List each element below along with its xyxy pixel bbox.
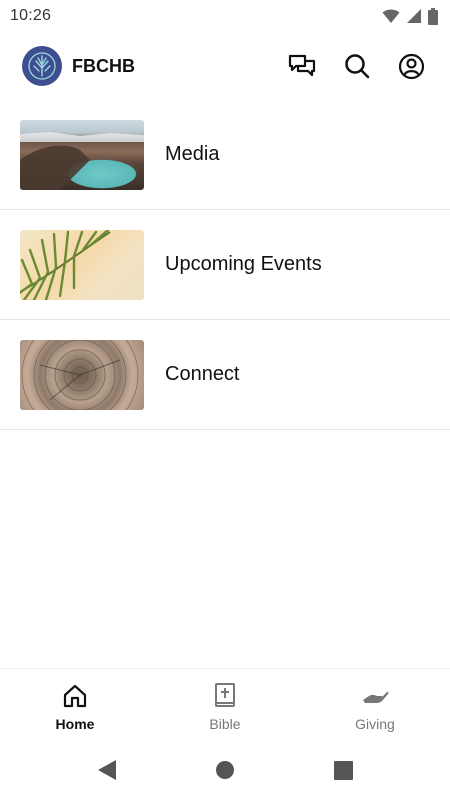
bottom-nav: Home Bible Giving (0, 668, 450, 740)
status-time: 10:26 (10, 7, 52, 24)
list-item-label: Media (165, 143, 220, 165)
header-actions (285, 50, 428, 83)
system-nav (0, 740, 450, 800)
battery-icon (428, 7, 438, 25)
signal-icon (406, 8, 422, 24)
nav-label-bible: Bible (209, 715, 241, 732)
nav-item-bible[interactable]: Bible (150, 669, 300, 740)
list-item-media[interactable]: Media (0, 100, 450, 210)
account-icon[interactable] (395, 50, 428, 83)
list-item-upcoming-events[interactable]: Upcoming Events (0, 210, 450, 320)
app-title: FBCHB (72, 55, 135, 76)
app-header: FBCHB (0, 40, 450, 92)
tree-logo[interactable] (22, 46, 62, 86)
nav-item-giving[interactable]: Giving (300, 669, 450, 740)
status-bar: 10:26 (0, 0, 450, 32)
nav-label-giving: Giving (355, 715, 395, 732)
events-thumbnail (20, 229, 144, 300)
media-thumbnail (20, 119, 144, 190)
nav-item-home[interactable]: Home (0, 669, 150, 740)
wifi-icon (382, 8, 400, 24)
list-item-label: Connect (165, 363, 240, 385)
connect-thumbnail (20, 339, 144, 410)
search-icon[interactable] (340, 50, 373, 83)
home-icon (61, 682, 89, 710)
content-list: Media Upcoming Events Connect (0, 100, 450, 430)
status-icons (382, 7, 438, 25)
recents-icon[interactable] (331, 758, 355, 782)
home-circle-icon[interactable] (213, 758, 237, 782)
back-icon[interactable] (95, 758, 119, 782)
bible-icon (211, 682, 239, 710)
nav-label-home: Home (55, 715, 95, 732)
chat-icon[interactable] (285, 50, 318, 83)
list-item-label: Upcoming Events (165, 253, 322, 275)
giving-hand-icon (361, 682, 389, 710)
list-item-connect[interactable]: Connect (0, 320, 450, 430)
